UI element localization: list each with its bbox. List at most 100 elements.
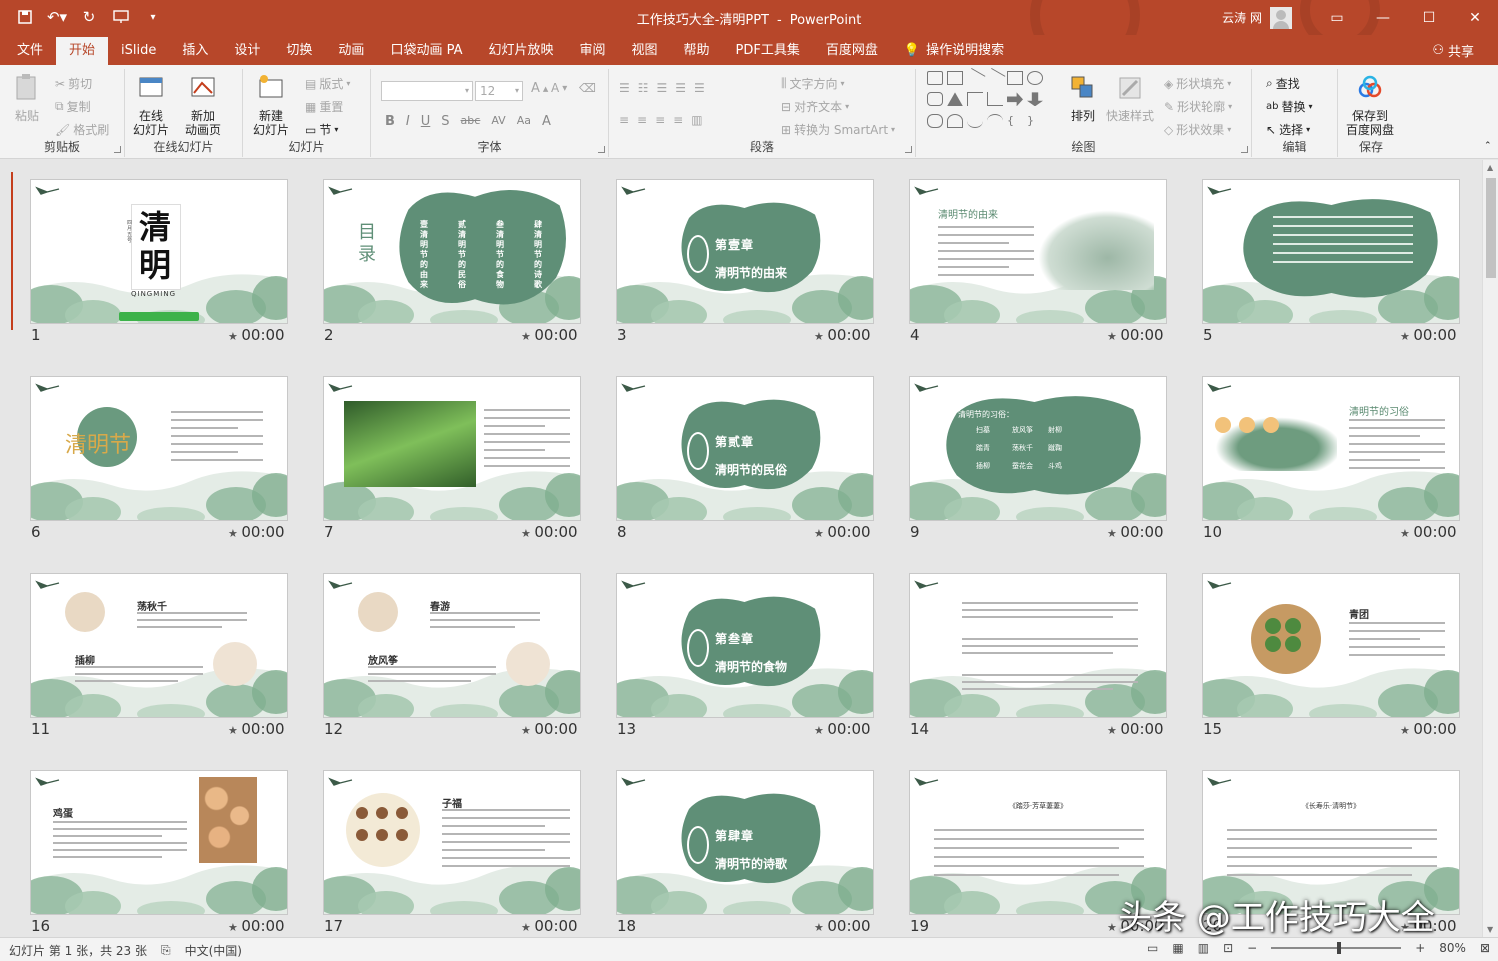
- close-icon[interactable]: ✕: [1452, 0, 1498, 35]
- tab-help[interactable]: 帮助: [671, 37, 723, 65]
- new-slide-button[interactable]: 新建 幻灯片: [253, 73, 289, 137]
- shape-outline-button[interactable]: ✎ 形状轮廓 ▾: [1164, 98, 1232, 115]
- tab-transitions[interactable]: 切换: [273, 37, 325, 65]
- reset-button[interactable]: ▦ 重置: [305, 98, 343, 115]
- shape-effects-button[interactable]: ◇ 形状效果 ▾: [1164, 121, 1231, 138]
- smartart-button[interactable]: ⊞ 转换为 SmartArt ▾: [781, 121, 895, 138]
- slide-thumbnail[interactable]: 青团: [1202, 573, 1460, 718]
- language-indicator[interactable]: 中文(中国): [185, 942, 242, 959]
- shape-gallery[interactable]: {}: [927, 67, 1047, 131]
- tab-review[interactable]: 审阅: [567, 37, 619, 65]
- slide-thumbnail[interactable]: 第贰章 清明节的民俗: [616, 376, 874, 521]
- slide-thumbnail[interactable]: 第叁章 清明节的食物: [616, 573, 874, 718]
- slide-thumbnail[interactable]: 清明节的习俗： 扫墓 放风筝 射柳 踏青 荡秋千 蹴鞠 插柳 蚕花会 斗鸡: [909, 376, 1167, 521]
- font-family-combobox[interactable]: ▾: [381, 81, 473, 101]
- tab-pocket-animation[interactable]: 口袋动画 PA: [377, 37, 475, 65]
- vertical-scrollbar[interactable]: ▲ ▼: [1482, 160, 1498, 937]
- shape-fill-button[interactable]: ◈ 形状填充 ▾: [1164, 75, 1231, 92]
- tab-view[interactable]: 视图: [619, 37, 671, 65]
- slide-thumbnail[interactable]: 清明节的习俗: [1202, 376, 1460, 521]
- align-buttons[interactable]: ≡≡≡≡▥: [619, 113, 711, 127]
- find-button[interactable]: ⌕ 查找: [1266, 75, 1300, 92]
- arrange-button[interactable]: 排列: [1068, 73, 1098, 123]
- avatar[interactable]: [1270, 6, 1292, 29]
- tab-islide[interactable]: iSlide: [108, 37, 169, 65]
- slide-thumbnail[interactable]: [909, 573, 1167, 718]
- zoom-in-button[interactable]: +: [1415, 941, 1425, 955]
- tab-pdf-tools[interactable]: PDF工具集: [723, 37, 813, 65]
- tab-animations[interactable]: 动画: [325, 37, 377, 65]
- dialog-launcher-icon[interactable]: [905, 146, 912, 153]
- scroll-down-icon[interactable]: ▼: [1487, 925, 1493, 934]
- reading-view-icon[interactable]: ▥: [1198, 941, 1209, 955]
- zoom-out-button[interactable]: −: [1247, 941, 1257, 955]
- strikethrough-button[interactable]: abc: [461, 114, 481, 129]
- slide-thumbnail[interactable]: 荡秋千 插柳: [30, 573, 288, 718]
- change-case-button[interactable]: Aa: [517, 114, 531, 129]
- quick-styles-button[interactable]: 快速样式: [1106, 73, 1154, 123]
- tab-baidu-netdisk[interactable]: 百度网盘: [813, 37, 891, 65]
- select-button[interactable]: ↖ 选择 ▾: [1266, 121, 1310, 138]
- copy-button[interactable]: ⧉ 复制: [55, 98, 91, 115]
- slide-thumbnail[interactable]: 第壹章 清明节的由来: [616, 179, 874, 324]
- font-color-button[interactable]: A: [542, 114, 551, 129]
- online-slide-button[interactable]: 在线 幻灯片: [133, 73, 169, 137]
- font-size-combobox[interactable]: 12 ▾: [475, 81, 523, 101]
- replace-button[interactable]: ab 替换 ▾: [1266, 98, 1313, 115]
- slideshow-view-icon[interactable]: ⊡: [1223, 941, 1233, 955]
- char-spacing-button[interactable]: AV: [491, 114, 505, 129]
- shrink-font-button[interactable]: A ▾: [551, 81, 567, 95]
- shadow-button[interactable]: S: [441, 114, 449, 129]
- text-direction-button[interactable]: ⫼ 文字方向 ▾: [781, 75, 845, 92]
- fit-to-window-icon[interactable]: ⊠: [1480, 941, 1490, 955]
- list-buttons[interactable]: ☰☷☰☰☰: [619, 81, 713, 95]
- slide-thumbnail[interactable]: 第肆章 清明节的诗歌: [616, 770, 874, 915]
- tab-home[interactable]: 开始: [56, 37, 109, 65]
- tab-file[interactable]: 文件: [4, 37, 56, 65]
- paste-button[interactable]: 粘贴: [12, 73, 42, 123]
- notes-check-icon[interactable]: ⎘: [161, 943, 171, 958]
- slide-sorter-view-icon[interactable]: ▦: [1172, 941, 1183, 955]
- ribbon-display-icon[interactable]: ▭: [1314, 0, 1360, 35]
- normal-view-icon[interactable]: ▭: [1147, 941, 1158, 955]
- italic-button[interactable]: I: [406, 114, 410, 129]
- slide-thumbnail[interactable]: 子福: [323, 770, 581, 915]
- tab-design[interactable]: 设计: [221, 37, 273, 65]
- slide-thumbnail[interactable]: 鸡蛋: [30, 770, 288, 915]
- align-text-button[interactable]: ⊟ 对齐文本 ▾: [781, 98, 849, 115]
- slide-thumbnail[interactable]: [1202, 179, 1460, 324]
- tell-me-search[interactable]: 💡 操作说明搜索: [891, 37, 1017, 65]
- tab-insert[interactable]: 插入: [169, 37, 221, 65]
- zoom-slider[interactable]: [1271, 942, 1402, 954]
- dialog-launcher-icon[interactable]: [1241, 146, 1248, 153]
- qingtuan-dumpling: [1285, 636, 1301, 652]
- slide-thumbnail[interactable]: 清明节: [30, 376, 288, 521]
- section-button[interactable]: ▭ 节 ▾: [305, 121, 338, 138]
- tab-slideshow[interactable]: 幻灯片放映: [475, 37, 566, 65]
- user-name[interactable]: 云涛 网: [1222, 9, 1262, 26]
- share-button[interactable]: ⚇ 共享: [1432, 41, 1474, 60]
- collapse-ribbon-icon[interactable]: ⌃: [1484, 141, 1492, 151]
- slide-thumbnail[interactable]: 清明 QINGMING 四月五号: [30, 179, 288, 324]
- zoom-level[interactable]: 80%: [1439, 941, 1466, 955]
- dialog-launcher-icon[interactable]: [598, 146, 605, 153]
- bold-button[interactable]: B: [385, 114, 395, 129]
- new-animation-page-button[interactable]: 新加 动画页: [185, 73, 221, 137]
- dialog-launcher-icon[interactable]: [114, 146, 121, 153]
- save-to-baidu-button[interactable]: 保存到 百度网盘: [1346, 73, 1394, 137]
- underline-button[interactable]: U: [421, 114, 431, 129]
- scroll-up-icon[interactable]: ▲: [1487, 163, 1493, 172]
- layout-button[interactable]: ▤ 版式 ▾: [305, 75, 350, 92]
- slide-thumbnail[interactable]: 目录 壹 清明节的由来 贰 清明节的民俗 叁 清明节的食物 肆 清明节的诗歌: [323, 179, 581, 324]
- slide-thumbnail[interactable]: 清明节的由来: [909, 179, 1167, 324]
- maximize-icon[interactable]: ☐: [1406, 0, 1452, 35]
- cut-button[interactable]: ✂ 剪切: [55, 75, 92, 92]
- clear-format-icon[interactable]: ⌫: [579, 81, 596, 95]
- scroll-thumb[interactable]: [1486, 178, 1496, 278]
- zoom-slider-knob[interactable]: [1336, 942, 1341, 954]
- format-painter-button[interactable]: 🖌 格式刷: [55, 121, 109, 138]
- slide-thumbnail[interactable]: 春游 放风筝: [323, 573, 581, 718]
- grow-font-button[interactable]: A ▴: [531, 81, 548, 96]
- slide-thumbnail[interactable]: [323, 376, 581, 521]
- minimize-icon[interactable]: —: [1360, 0, 1406, 35]
